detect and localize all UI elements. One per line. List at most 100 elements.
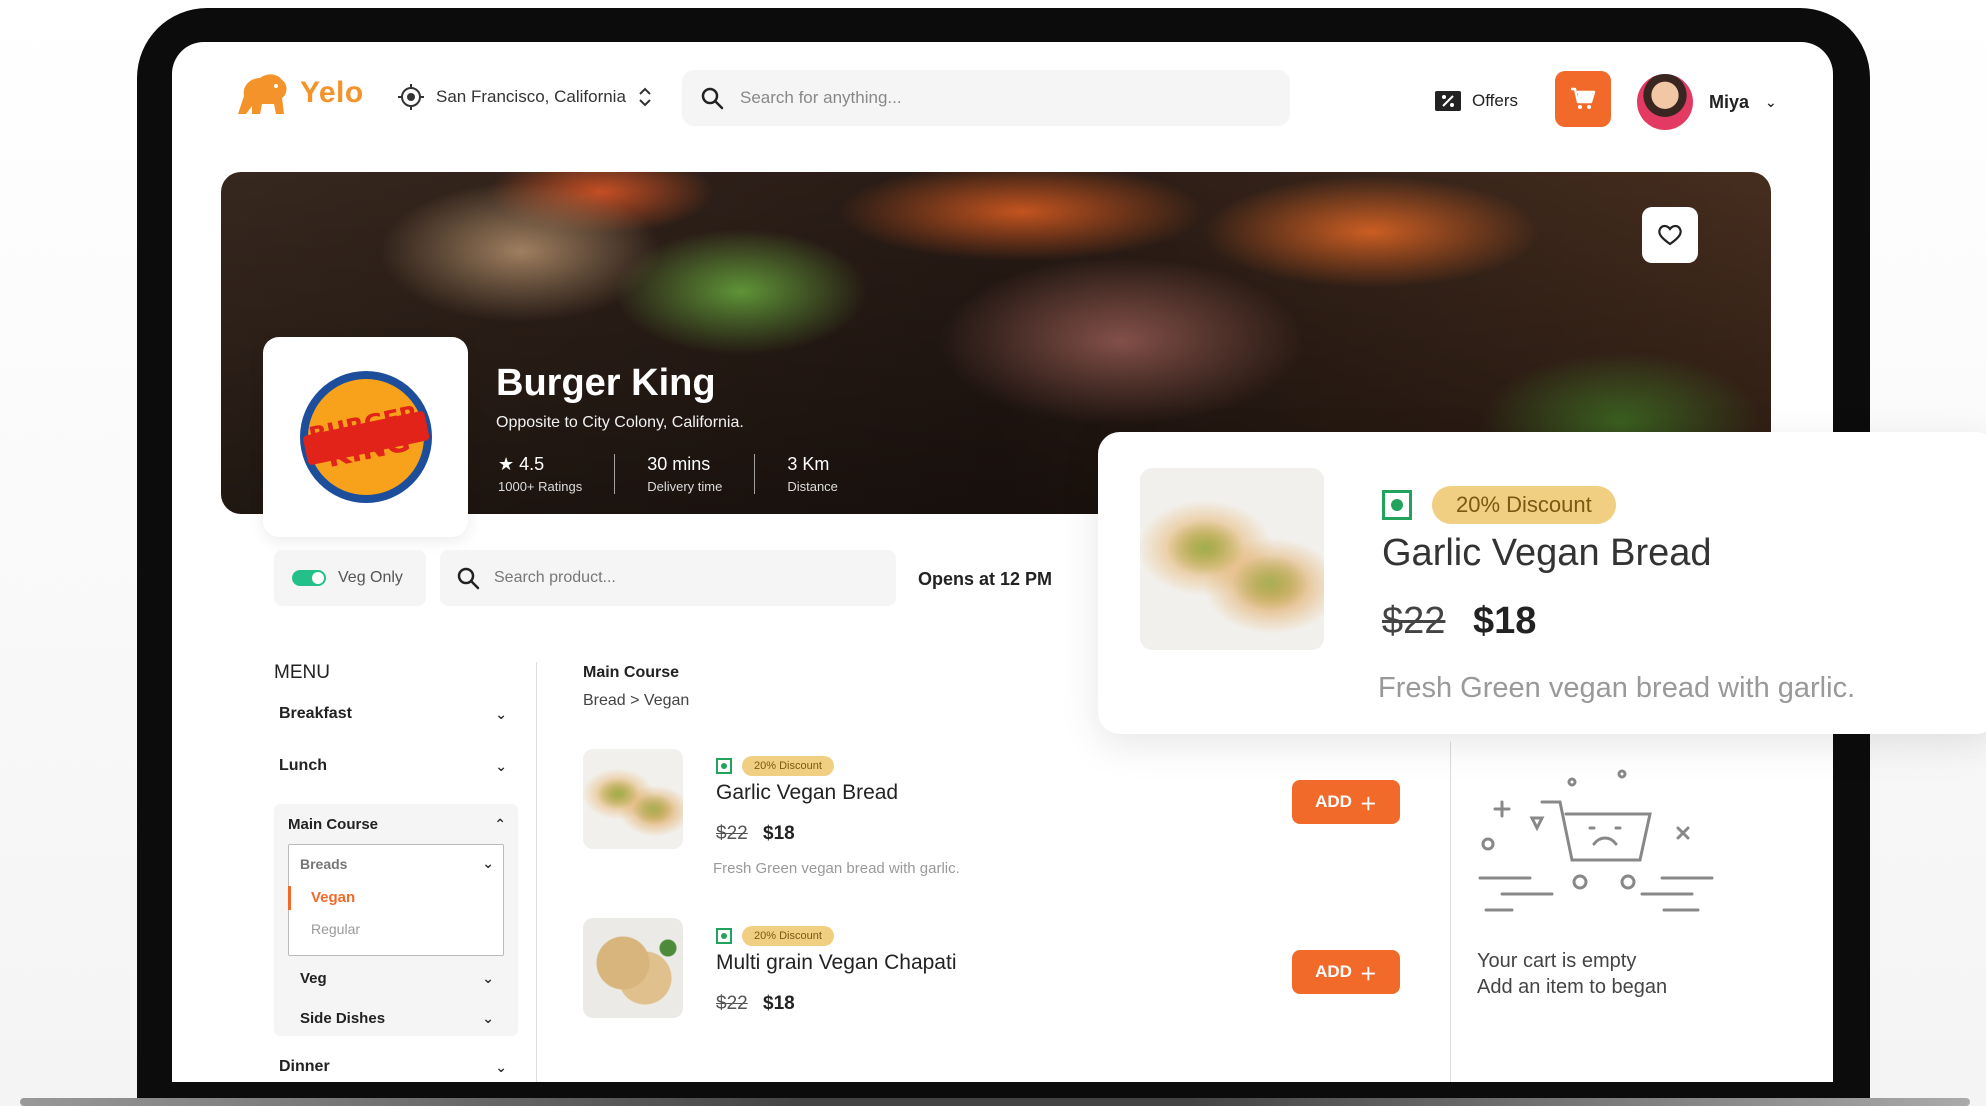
menu-item-breads[interactable]: Breads ⌄ <box>300 855 494 872</box>
distance-stat: 3 Km Distance <box>787 454 870 494</box>
bread-image <box>1140 468 1324 650</box>
veg-mark-icon <box>716 758 732 774</box>
breadcrumb: Bread > Vegan <box>583 692 690 709</box>
opening-time: Opens at 12 PM <box>918 569 1053 589</box>
veg-mark-icon <box>716 928 732 944</box>
cart-button[interactable] <box>1555 71 1611 127</box>
restaurant-logo: BURGER KING <box>263 337 468 537</box>
add-to-cart-button[interactable]: ADD ＋ <box>1292 780 1400 824</box>
restaurant-name: Burger King <box>496 362 716 404</box>
user-menu[interactable]: Miya ⌄ <box>1637 74 1777 130</box>
crosshair-icon <box>398 84 424 110</box>
menu-item-label: Vegan <box>311 889 356 906</box>
app-name: Yelo <box>300 76 364 109</box>
featured-product-image <box>1140 468 1324 650</box>
product-name: Multi grain Vegan Chapati <box>716 951 957 974</box>
app-logo[interactable]: Yelo <box>232 68 364 118</box>
laptop-base <box>20 1098 1970 1106</box>
distance-value: 3 Km <box>787 454 830 474</box>
rating-value: 4.5 <box>519 454 545 474</box>
featured-discount-badge: 20% Discount <box>1432 486 1616 524</box>
delivery-time: 30 mins <box>647 454 711 474</box>
plus-icon: ＋ <box>1359 794 1377 814</box>
distance-label: Distance <box>787 479 838 494</box>
product-name: Garlic Vegan Bread <box>716 781 899 804</box>
menu-item-label: Side Dishes <box>300 1010 386 1027</box>
user-name: Miya <box>1709 91 1750 112</box>
avatar <box>1637 74 1693 130</box>
product-old-price: $22 <box>716 993 748 1014</box>
toggle-switch[interactable] <box>292 570 326 586</box>
menu-title: MENU <box>274 662 330 683</box>
menu-item-label: Regular <box>311 921 361 937</box>
sort-arrows-icon <box>639 87 651 107</box>
product-new-price: $18 <box>763 993 795 1014</box>
product-search-input[interactable]: Search product... <box>440 550 896 606</box>
restaurant-address: Opposite to City Colony, California. <box>496 414 744 431</box>
menu-item-dinner[interactable]: Dinner ⌄ <box>279 1058 507 1076</box>
chevron-down-icon: ⌄ <box>495 705 507 722</box>
location-selector[interactable]: San Francisco, California <box>398 84 652 110</box>
cart-empty-title: Your cart is empty <box>1477 950 1637 972</box>
menu-item-label: Dinner <box>279 1058 330 1075</box>
lion-logo-icon <box>238 74 287 114</box>
rating-stat: ★ 4.5 1000+ Ratings <box>498 454 616 494</box>
product-description: Fresh Green vegan bread with garlic. <box>713 860 960 877</box>
menu-item-breakfast[interactable]: Breakfast ⌄ <box>279 705 507 723</box>
product-new-price: $18 <box>763 823 795 844</box>
menu-item-label: Breads <box>300 855 348 872</box>
chevron-down-icon: ⌄ <box>482 1010 494 1026</box>
veg-only-toggle[interactable]: Veg Only <box>274 550 426 606</box>
discount-badge: 20% Discount <box>742 756 834 776</box>
veg-mark-icon <box>1382 490 1412 520</box>
offers-label: Offers <box>1472 91 1518 110</box>
restaurant-stats: ★ 4.5 1000+ Ratings 30 mins Delivery tim… <box>498 454 902 494</box>
sidebar-divider <box>536 662 537 1082</box>
search-icon <box>701 87 724 110</box>
add-label: ADD <box>1315 962 1352 981</box>
empty-cart-illustration <box>1478 769 1714 912</box>
offers-link[interactable]: Offers <box>1434 90 1518 112</box>
menu-item-main-course[interactable]: Main Course ⌃ <box>288 816 506 833</box>
location-label: San Francisco, California <box>436 87 626 106</box>
chevron-down-icon: ⌄ <box>1765 93 1777 110</box>
chevron-down-icon: ⌄ <box>495 757 507 774</box>
menu-item-lunch[interactable]: Lunch ⌄ <box>279 757 507 775</box>
menu-item-label: Breakfast <box>279 705 352 722</box>
menu-item-label: Lunch <box>279 757 327 774</box>
product-search-placeholder: Search product... <box>494 569 616 586</box>
menu-item-label: Main Course <box>288 816 379 833</box>
menu-item-side-dishes[interactable]: Side Dishes ⌄ <box>300 1010 494 1027</box>
rating-label: 1000+ Ratings <box>498 479 583 494</box>
discount-tag-icon <box>1435 91 1461 111</box>
global-search-placeholder: Search for anything... <box>740 88 902 107</box>
chevron-up-icon: ⌃ <box>494 816 506 832</box>
chevron-down-icon: ⌄ <box>482 970 494 986</box>
product-old-price: $22 <box>716 823 748 844</box>
veg-only-label: Veg Only <box>338 569 403 586</box>
product-image[interactable] <box>583 749 683 849</box>
category-title: Main Course <box>583 664 680 681</box>
featured-product-name: Garlic Vegan Bread <box>1382 532 1712 574</box>
favorite-button[interactable] <box>1642 207 1698 263</box>
featured-new-price: $18 <box>1473 600 1537 642</box>
menu-item-regular[interactable]: Regular <box>311 921 360 937</box>
product-image[interactable] <box>583 918 683 1018</box>
featured-description: Fresh Green vegan bread with garlic. <box>1378 672 1856 704</box>
add-to-cart-button[interactable]: ADD ＋ <box>1292 950 1400 994</box>
menu-item-veg[interactable]: Veg ⌄ <box>300 970 494 987</box>
featured-product-card[interactable]: 20% Discount Garlic Vegan Bread $22 $18 … <box>1098 432 1986 734</box>
active-indicator <box>288 886 291 910</box>
chevron-down-icon: ⌄ <box>495 1058 507 1075</box>
delivery-label: Delivery time <box>647 479 723 494</box>
menu-item-vegan[interactable]: Vegan <box>311 889 355 906</box>
delivery-stat: 30 mins Delivery time <box>647 454 756 494</box>
global-search-input[interactable]: Search for anything... <box>682 70 1290 126</box>
chevron-down-icon: ⌄ <box>482 855 494 871</box>
add-label: ADD <box>1315 792 1352 811</box>
search-icon <box>457 567 480 590</box>
cart-icon <box>1571 87 1596 109</box>
cart-divider <box>1450 742 1451 1082</box>
burger-king-logo: BURGER KING <box>299 371 432 503</box>
cart-empty-subtitle: Add an item to began <box>1477 976 1668 998</box>
